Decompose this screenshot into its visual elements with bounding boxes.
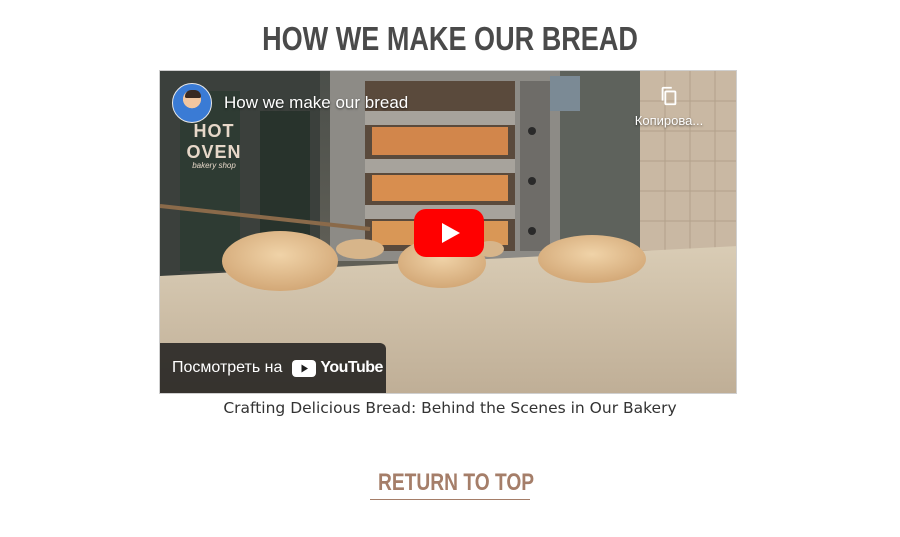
section-heading: HOW WE MAKE OUR BREAD xyxy=(262,20,638,57)
return-to-top-link[interactable]: RETURN TO TOP xyxy=(370,467,534,500)
play-button[interactable] xyxy=(414,209,484,257)
play-icon xyxy=(442,223,460,243)
youtube-wordmark: YouTube xyxy=(320,359,383,376)
video-caption: Crafting Delicious Bread: Behind the Sce… xyxy=(223,399,677,417)
bakery-logo: HOT OVEN bakery shop xyxy=(166,121,262,170)
video-player[interactable]: How we make our bread HOT OVEN bakery sh… xyxy=(159,70,737,394)
watch-on-youtube-button[interactable]: Посмотреть на YouTube xyxy=(160,343,386,393)
bakery-logo-tagline: bakery shop xyxy=(192,161,236,170)
youtube-logo: YouTube xyxy=(292,359,383,377)
copy-link-button[interactable]: Копирова... xyxy=(624,85,714,128)
video-title[interactable]: How we make our bread xyxy=(224,93,408,113)
youtube-play-icon xyxy=(292,359,317,377)
copy-icon xyxy=(661,86,677,106)
return-to-top-label: RETURN TO TOP xyxy=(378,469,535,496)
channel-avatar[interactable] xyxy=(172,83,212,123)
bakery-logo-name: HOT OVEN xyxy=(186,121,242,162)
watch-on-label: Посмотреть на xyxy=(172,359,283,376)
copy-link-label: Копирова... xyxy=(634,113,704,128)
